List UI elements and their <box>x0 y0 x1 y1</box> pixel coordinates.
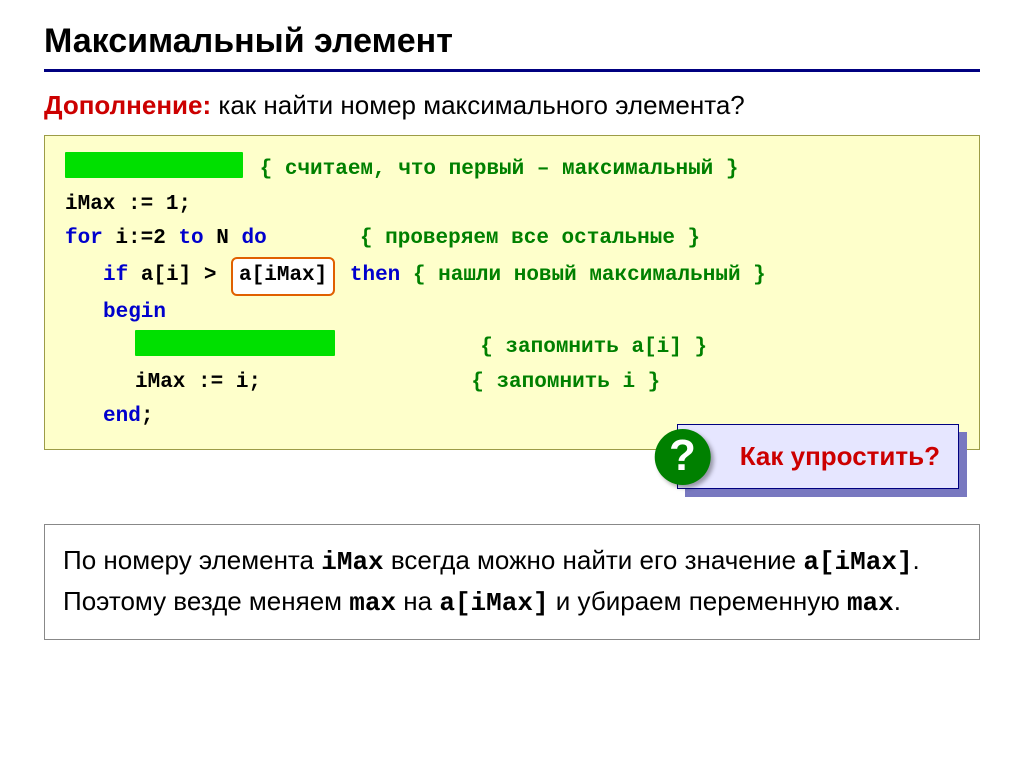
callout-text: Как упростить? <box>740 441 940 471</box>
code-line: iMax := 1; <box>65 193 191 216</box>
note-code: max <box>847 588 894 618</box>
note-code: max <box>349 588 396 618</box>
code-comment: { считаем, что первый – максимальный } <box>260 158 739 181</box>
code-text: N <box>204 227 242 250</box>
code-keyword: if <box>103 264 128 287</box>
code-keyword: to <box>178 227 203 250</box>
code-keyword: end <box>103 405 141 428</box>
code-comment: { нашли новый максимальный } <box>413 264 766 287</box>
code-keyword: then <box>350 264 400 287</box>
code-keyword: do <box>241 227 266 250</box>
explanation-box: По номеру элемента iMax всегда можно най… <box>44 524 980 640</box>
note-text: и убираем переменную <box>549 586 847 616</box>
code-text: i:=2 <box>103 227 179 250</box>
code-line: iMax := i; <box>65 366 261 401</box>
slide-title: Максимальный элемент <box>44 22 980 61</box>
redacted-block-2 <box>135 330 335 356</box>
code-comment: { проверяем все остальные } <box>360 227 700 250</box>
code-comment: { запомнить a[i] } <box>480 336 707 359</box>
note-code: iMax <box>321 547 383 577</box>
note-text: По номеру элемента <box>63 545 321 575</box>
callout-box: ? Как упростить? <box>677 424 959 489</box>
subhead-rest: как найти номер максимального элемента? <box>211 90 745 120</box>
note-text: на <box>396 586 439 616</box>
note-code: a[iMax] <box>439 588 548 618</box>
code-block: { считаем, что первый – максимальный } i… <box>44 135 980 450</box>
subhead-lead: Дополнение: <box>44 90 211 120</box>
note-text: всегда можно найти его значение <box>384 545 804 575</box>
redacted-block-1 <box>65 152 243 178</box>
subheading: Дополнение: как найти номер максимальног… <box>44 90 980 121</box>
highlight-box: a[iMax] <box>231 257 335 296</box>
question-mark-icon: ? <box>654 429 710 485</box>
code-keyword: for <box>65 227 103 250</box>
note-code: a[iMax] <box>803 547 912 577</box>
note-text: . <box>894 586 901 616</box>
code-comment: { запомнить i } <box>471 371 660 394</box>
code-keyword: begin <box>65 296 166 331</box>
code-text: a[i] > <box>128 264 229 287</box>
code-text: ; <box>141 405 154 428</box>
divider <box>44 69 980 72</box>
